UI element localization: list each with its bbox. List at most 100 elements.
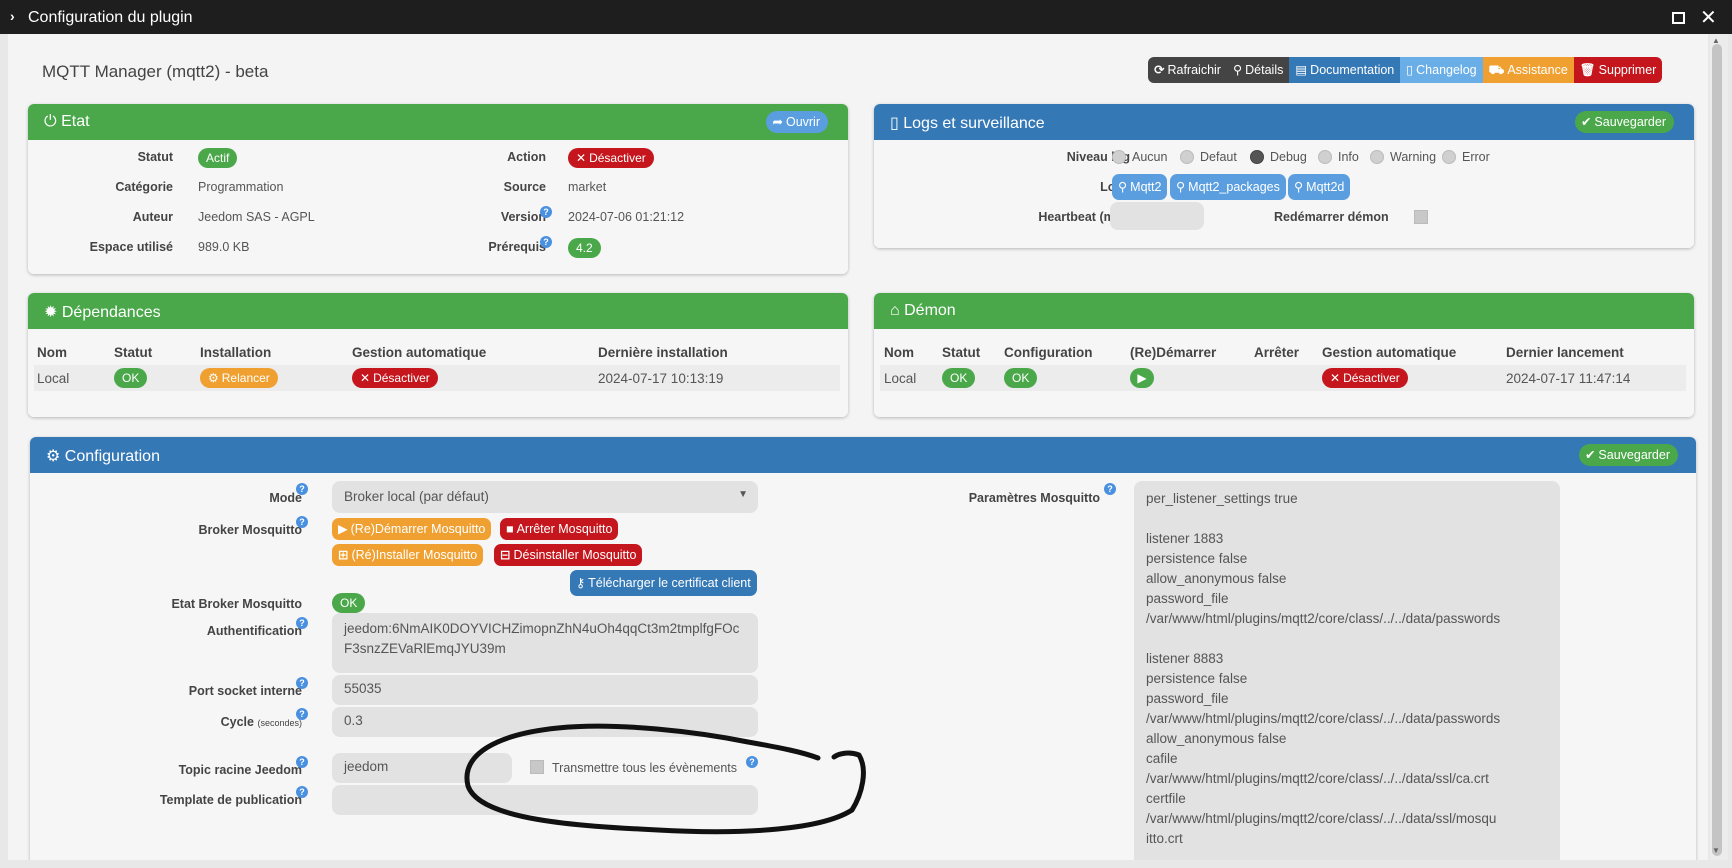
documentation-button[interactable]: ▤ Documentation xyxy=(1289,57,1401,83)
help-icon[interactable]: ? xyxy=(296,483,308,495)
params-textarea[interactable]: per_listener_settings true listener 1883… xyxy=(1134,481,1560,860)
refresh-icon: ⟳ xyxy=(1154,63,1165,77)
etat-broker-badge: OK xyxy=(332,593,366,613)
help-icon[interactable]: ? xyxy=(540,236,552,248)
refresh-button[interactable]: ⟳ Rafraichir xyxy=(1148,57,1227,83)
dep-nom: Local xyxy=(37,371,70,386)
restart-daemon-checkbox[interactable] xyxy=(1414,210,1428,224)
demon-deactivate-button[interactable]: ✕ Désactiver xyxy=(1322,368,1408,388)
play-icon: ▶ xyxy=(338,522,348,536)
col-header: Installation xyxy=(200,345,272,360)
logs-panel-header: ▯ Logs et surveillance ✔ Sauvegarder xyxy=(874,104,1694,140)
topic-label: Topic racine Jeedom xyxy=(178,763,302,777)
hand-drawn-ellipse-annotation xyxy=(464,723,866,835)
file-icon: ▯ xyxy=(1406,63,1414,77)
paperclip-icon: ⚲ xyxy=(1118,180,1128,194)
relaunch-button[interactable]: ⚙ Relancer xyxy=(200,368,278,388)
radio-warning[interactable] xyxy=(1370,150,1384,164)
maximize-icon[interactable] xyxy=(1672,12,1685,24)
demon-last-launch: 2024-07-17 11:47:14 xyxy=(1506,371,1631,386)
help-icon[interactable]: ? xyxy=(296,786,308,798)
params-label: Paramètres Mosquitto xyxy=(968,491,1100,505)
install-mosquitto-button[interactable]: ⊞ (Ré)Installer Mosquitto xyxy=(332,544,484,566)
demon-panel-body: Nom Statut Configuration (Re)Démarrer Ar… xyxy=(874,329,1694,417)
close-icon: ✕ xyxy=(576,151,587,165)
close-icon[interactable]: ✕ xyxy=(1700,5,1717,30)
uninstall-mosquitto-button[interactable]: ⊟ Désinstaller Mosquitto xyxy=(494,544,643,566)
help-icon[interactable]: ? xyxy=(296,617,308,629)
auth-field[interactable]: jeedom:6NmAIK0DOYVICHZimopnZhN4uOh4qqCt3… xyxy=(332,613,758,673)
col-header: Statut xyxy=(114,345,153,360)
window-title: Configuration du plugin xyxy=(28,9,193,26)
dependances-title: Dépendances xyxy=(61,304,161,321)
assistance-button[interactable]: ⛟ Assistance xyxy=(1482,57,1574,83)
minus-icon: ⊟ xyxy=(500,548,511,562)
demon-status-badge: OK xyxy=(942,368,976,388)
radio-error[interactable] xyxy=(1442,150,1456,164)
dependances-panel: ✹ Dépendances Nom Statut Installation Ge… xyxy=(28,293,848,417)
col-header: Nom xyxy=(37,345,67,360)
log-mqtt2-packages-button[interactable]: ⚲ Mqtt2_packages xyxy=(1170,174,1286,200)
radio-debug[interactable] xyxy=(1250,150,1264,164)
help-icon[interactable]: ? xyxy=(296,677,308,689)
plugin-config-window: › Configuration du plugin ✕ MQTT Manager… xyxy=(0,0,1732,868)
col-header: Arrêter xyxy=(1254,345,1300,360)
help-icon[interactable]: ? xyxy=(296,516,308,528)
radio-aucun[interactable] xyxy=(1112,150,1126,164)
version-value: 2024-07-06 01:21:12 xyxy=(568,210,685,224)
dep-last-install: 2024-07-17 10:13:19 xyxy=(598,371,724,386)
port-label: Port socket interne xyxy=(188,684,302,698)
deactivate-button[interactable]: ✕ Désactiver xyxy=(568,148,654,168)
download-cert-button[interactable]: ⚷ Télécharger le certificat client xyxy=(570,570,757,596)
trash-icon: 🗑 xyxy=(1579,63,1596,77)
etat-panel: ⏻ Etat ➦ Ouvrir Statut Actif Catégorie Pr… xyxy=(28,104,848,274)
dep-status-badge: OK xyxy=(114,368,148,388)
chevron-down-icon: ▼ xyxy=(738,489,748,500)
radio-label: Info xyxy=(1338,150,1359,164)
demon-config-badge: OK xyxy=(1004,368,1038,388)
changelog-button[interactable]: ▯ Changelog xyxy=(1400,57,1483,83)
help-icon[interactable]: ? xyxy=(296,708,308,720)
etat-panel-header: ⏻ Etat ➦ Ouvrir xyxy=(28,104,848,140)
prerequis-badge: 4.2 xyxy=(568,238,601,258)
radio-info[interactable] xyxy=(1318,150,1332,164)
table-row: Local OK ⚙ Relancer ✕ Désactiver 2024-07-1… xyxy=(34,365,840,391)
content-area: MQTT Manager (mqtt2) - beta ⟳ Rafraichir … xyxy=(8,34,1708,860)
configuration-panel-header: ⚙ Configuration ✔ Sauvegarder xyxy=(30,437,1696,473)
cycle-unit: (secondes) xyxy=(257,718,302,728)
restart-mosquitto-button[interactable]: ▶ (Re)Démarrer Mosquitto xyxy=(332,518,492,540)
espace-label: Espace utilisé xyxy=(89,240,173,254)
col-header: Gestion automatique xyxy=(1322,345,1457,360)
details-button[interactable]: ⚲ Détails xyxy=(1226,57,1290,83)
port-input[interactable]: 55035 xyxy=(332,675,758,705)
help-icon[interactable]: ? xyxy=(1104,483,1116,495)
dep-deactivate-button[interactable]: ✕ Désactiver xyxy=(352,368,438,388)
open-button[interactable]: ➦ Ouvrir xyxy=(766,111,828,133)
stop-mosquitto-button[interactable]: ■ Arrêter Mosquitto xyxy=(500,518,619,540)
paperclip-icon: ⚲ xyxy=(1294,180,1304,194)
truck-icon: ⛟ xyxy=(1488,63,1505,77)
scroll-down-icon[interactable]: ▼ xyxy=(1712,846,1720,855)
radio-defaut[interactable] xyxy=(1180,150,1194,164)
logs-save-button[interactable]: ✔ Sauvegarder xyxy=(1574,111,1674,133)
help-icon[interactable]: ? xyxy=(296,756,308,768)
dependances-panel-header: ✹ Dépendances xyxy=(28,293,848,329)
mode-select[interactable]: Broker local (par défaut) ▼ xyxy=(332,481,758,513)
scrollbar-thumb[interactable] xyxy=(1712,44,1722,856)
gear-icon: ✹ xyxy=(44,304,62,321)
heartbeat-input[interactable] xyxy=(1110,202,1204,230)
log-mqtt2d-button[interactable]: ⚲ Mqtt2d xyxy=(1288,174,1351,200)
configuration-title: Configuration xyxy=(64,448,160,465)
template-label: Template de publication xyxy=(159,793,302,807)
log-mqtt2-button[interactable]: ⚲ Mqtt2 xyxy=(1112,174,1168,200)
config-save-button[interactable]: ✔ Sauvegarder xyxy=(1578,444,1678,466)
col-header: Dernière installation xyxy=(598,345,728,360)
source-value: market xyxy=(568,180,607,194)
scroll-up-icon[interactable]: ▲ xyxy=(1712,36,1720,45)
statut-badge: Actif xyxy=(198,148,238,168)
col-header: (Re)Démarrer xyxy=(1130,345,1217,360)
table-row: Local OK OK ▶ ✕ Désactiver 2024-07-17 11:… xyxy=(880,365,1686,391)
help-icon[interactable]: ? xyxy=(540,206,552,218)
delete-button[interactable]: 🗑 Supprimer xyxy=(1573,57,1663,83)
play-button[interactable]: ▶ xyxy=(1130,368,1154,388)
